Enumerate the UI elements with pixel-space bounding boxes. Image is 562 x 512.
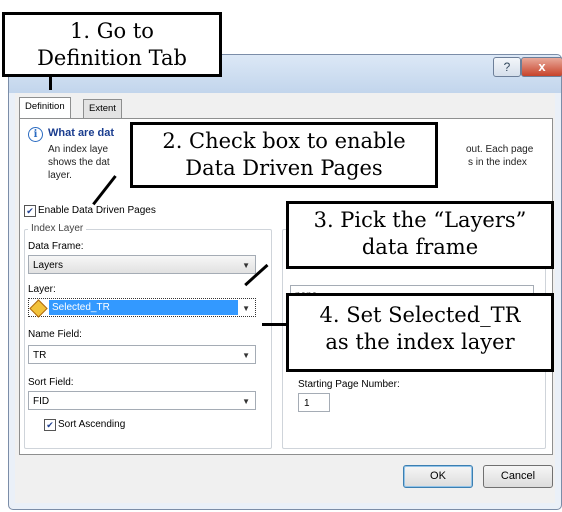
info-text-line2-right: s in the index [468,157,527,168]
callout-step2-line2: Data Driven Pages [185,156,383,180]
callout-step1-pointer [49,76,52,90]
callout-step4-pointer [262,323,288,326]
layer-value: Selected_TR [49,300,238,315]
data-frame-select[interactable]: Layers ▼ [28,255,256,274]
ok-button[interactable]: OK [403,465,473,488]
callout-step1-line2: Definition Tab [37,46,187,70]
chevron-down-icon: ▼ [242,304,250,313]
help-button[interactable]: ? [493,57,521,77]
enable-data-driven-pages-checkbox[interactable]: ✔ [24,205,36,217]
sort-field-select[interactable]: FID ▼ [28,391,256,410]
tab-extent[interactable]: Extent [83,99,122,118]
info-title: What are dat [48,127,115,139]
chevron-down-icon: ▼ [242,397,250,406]
tab-definition[interactable]: Definition [19,97,71,118]
starting-page-input[interactable]: 1 [298,393,330,412]
name-field-select[interactable]: TR ▼ [28,345,256,364]
name-field-value: TR [33,350,47,361]
sort-ascending-checkbox[interactable]: ✔ [44,419,56,431]
callout-step3-line2: data frame [361,235,479,259]
starting-page-label: Starting Page Number: [298,379,400,390]
index-layer-group-title: Index Layer [28,223,87,234]
close-button[interactable]: x [521,57,562,77]
cancel-button[interactable]: Cancel [483,465,553,488]
chevron-down-icon: ▼ [242,261,250,270]
layer-select[interactable]: Selected_TR ▼ [28,298,256,318]
chevron-down-icon: ▼ [242,351,250,360]
info-text-line3: layer. [48,170,72,181]
callout-step4-line2: as the index layer [325,330,515,354]
layer-icon [29,299,48,318]
callout-step3: 3. Pick the “Layers” data frame [286,201,554,269]
callout-step2: 2. Check box to enable Data Driven Pages [130,122,438,188]
callout-step2-line1: 2. Check box to enable [162,129,406,153]
info-icon: i [28,127,43,142]
sort-ascending-label: Sort Ascending [58,419,126,430]
callout-step1-line1: 1. Go to [70,19,154,43]
callout-step1: 1. Go to Definition Tab [2,12,222,77]
layer-label: Layer: [28,284,56,295]
callout-step3-line1: 3. Pick the “Layers” [313,208,527,232]
info-text-line2: shows the dat [48,157,110,168]
sort-field-label: Sort Field: [28,377,74,388]
data-frame-label: Data Frame: [28,241,84,252]
data-frame-value: Layers [33,260,64,271]
info-text-line1-right: out. Each page [466,144,534,155]
callout-step4-line1: 4. Set Selected_TR [319,303,521,327]
sort-field-value: FID [33,396,50,407]
info-text-line1: An index laye [48,144,109,155]
callout-step4: 4. Set Selected_TR as the index layer [286,293,554,372]
name-field-label: Name Field: [28,329,82,340]
enable-data-driven-pages-label: Enable Data Driven Pages [38,205,156,216]
